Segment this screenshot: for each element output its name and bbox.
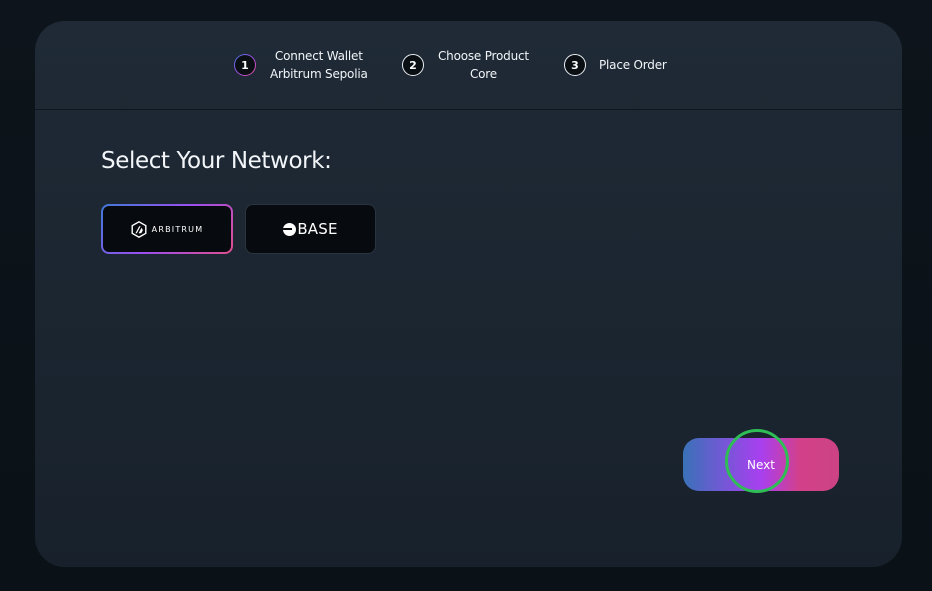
- network-label: BASE: [297, 220, 338, 238]
- page-title: Select Your Network:: [101, 148, 332, 174]
- step-label: Place Order: [599, 56, 667, 74]
- step-choose-product: 2 Choose Product Core: [402, 21, 529, 109]
- next-button[interactable]: Next: [683, 438, 839, 491]
- step-connect-wallet: 1 Connect Wallet Arbitrum Sepolia: [234, 21, 368, 109]
- step-title: Connect Wallet: [274, 49, 363, 63]
- stepper: 1 Connect Wallet Arbitrum Sepolia 2 Choo…: [35, 21, 902, 110]
- step-number-badge: 1: [234, 54, 256, 76]
- network-option-base[interactable]: BASE: [245, 204, 376, 254]
- step-number-badge: 3: [564, 54, 586, 76]
- step-label: Connect Wallet Arbitrum Sepolia: [270, 47, 368, 83]
- step-label: Choose Product Core: [438, 47, 529, 83]
- base-logo-icon: [283, 222, 297, 236]
- step-subtitle: Arbitrum Sepolia: [270, 67, 368, 81]
- step-subtitle: Core: [469, 67, 497, 81]
- order-card: 1 Connect Wallet Arbitrum Sepolia 2 Choo…: [35, 21, 902, 567]
- step-place-order: 3 Place Order: [564, 21, 667, 109]
- arbitrum-logo-icon: [131, 220, 147, 238]
- step-title: Place Order: [599, 58, 667, 72]
- network-option-arbitrum[interactable]: ARBITRUM: [101, 204, 233, 254]
- step-title: Choose Product: [438, 49, 529, 63]
- network-label: ARBITRUM: [151, 224, 204, 234]
- next-button-label: Next: [747, 457, 775, 472]
- step-number-badge: 2: [402, 54, 424, 76]
